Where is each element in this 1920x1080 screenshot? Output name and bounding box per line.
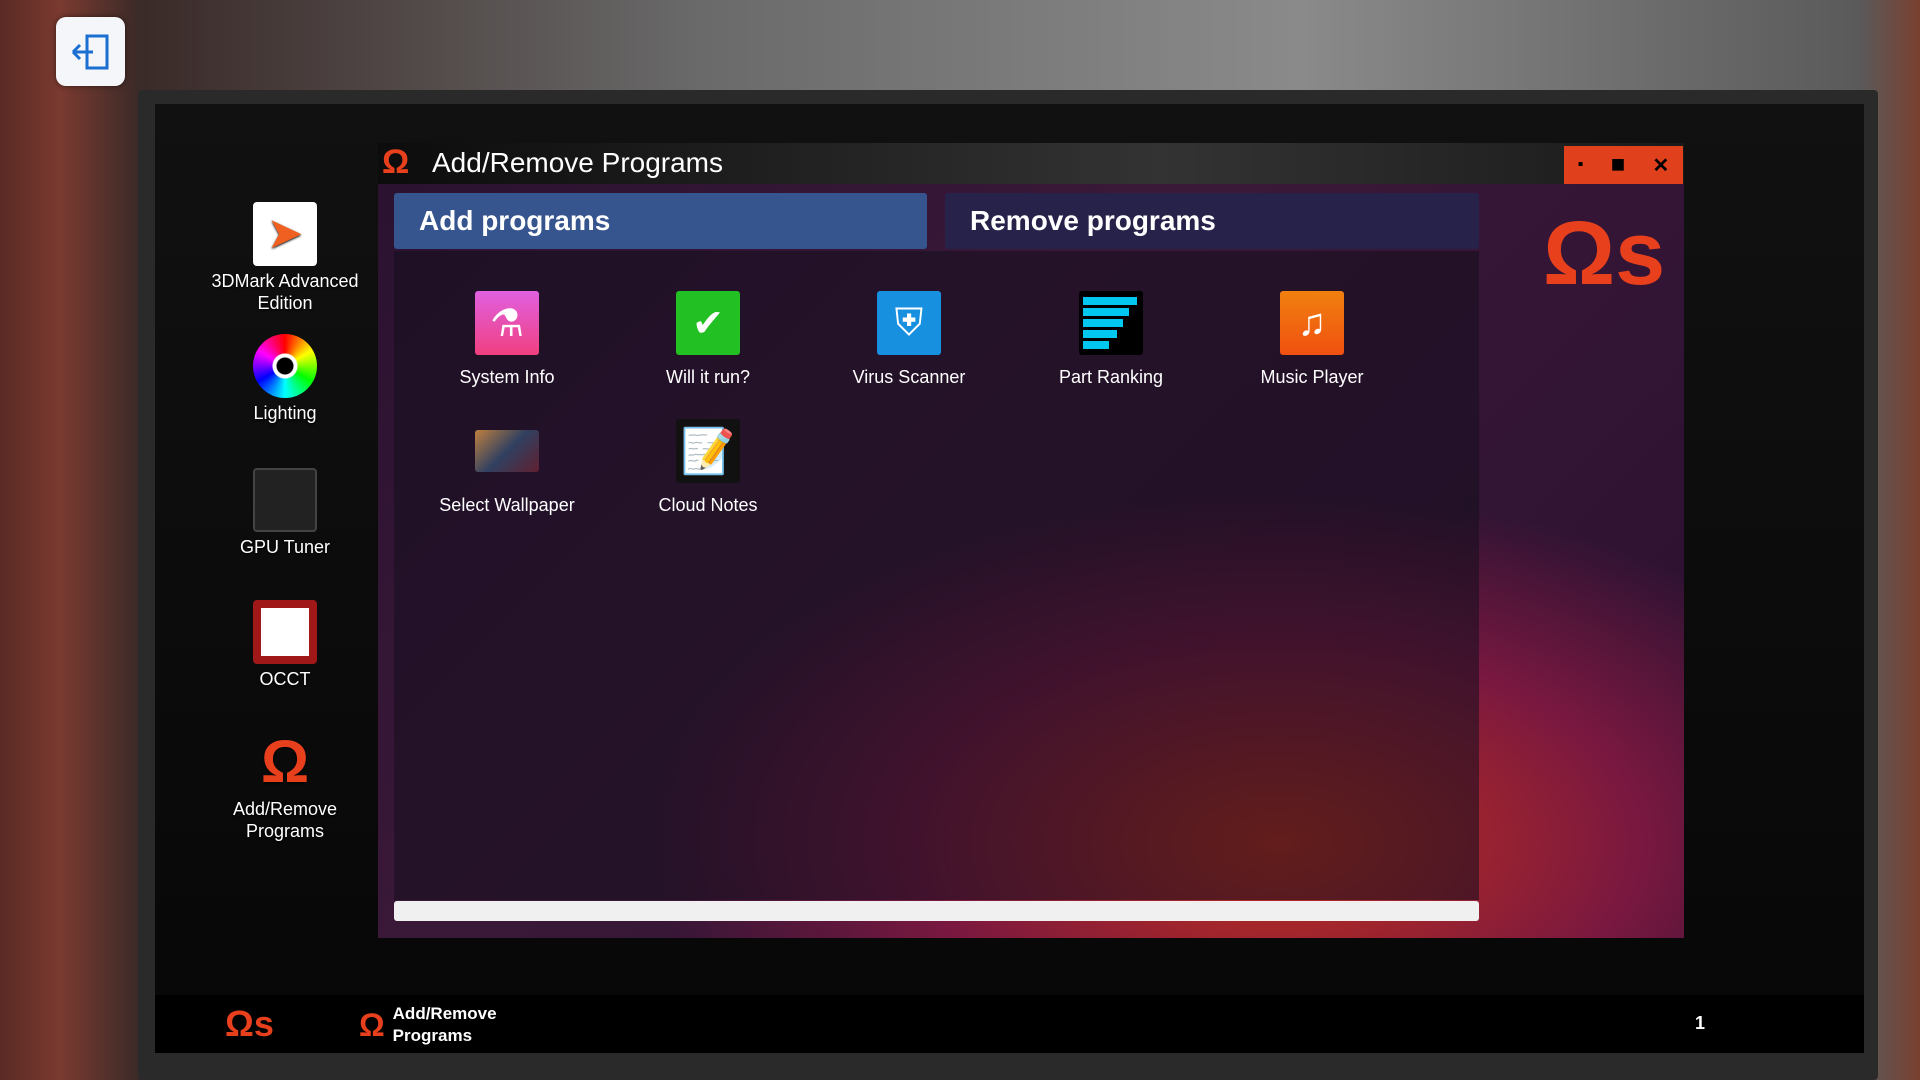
programs-panel: ⚗ System Info ✔ Will it run? ⛨ Virus Scanne… bbox=[394, 251, 1479, 900]
label: Part Ranking bbox=[1058, 367, 1164, 387]
app-virus-scanner[interactable]: ⛨ Virus Scanner bbox=[819, 291, 999, 388]
wallpaper-icon bbox=[475, 430, 539, 472]
taskbar: Ωs Ω Add/Remove Programs 1 bbox=[155, 995, 1864, 1053]
label: Virus Scanner bbox=[852, 367, 966, 387]
label: Cloud Notes bbox=[658, 495, 758, 515]
horizontal-scrollbar[interactable] bbox=[394, 901, 1479, 921]
label: 3DMark Advanced Edition bbox=[211, 271, 359, 313]
label: Add/Remove Programs bbox=[232, 799, 338, 841]
app-system-info[interactable]: ⚗ System Info bbox=[417, 291, 597, 388]
3dmark-icon: ➤ bbox=[253, 202, 317, 266]
omega-icon: Ω bbox=[382, 143, 410, 181]
clock: 1 bbox=[1695, 1013, 1706, 1033]
desktop-icon-gpu-tuner[interactable]: GPU Tuner bbox=[200, 468, 370, 558]
occt-icon bbox=[253, 600, 317, 664]
omega-icon: Ω bbox=[260, 728, 310, 795]
os-logo: Ωs bbox=[1543, 204, 1666, 304]
shield-icon: ⛨ bbox=[877, 291, 941, 355]
color-wheel-icon bbox=[253, 334, 317, 398]
window-title: Add/Remove Programs bbox=[432, 147, 724, 178]
app-select-wallpaper[interactable]: Select Wallpaper bbox=[417, 419, 597, 516]
minimize-button[interactable]: ▪ bbox=[1578, 156, 1584, 174]
tab-add-programs[interactable]: Add programs bbox=[394, 193, 927, 249]
desktop-icon-lighting[interactable]: Lighting bbox=[200, 334, 370, 424]
window-controls: ▪ ■ ✕ bbox=[1564, 146, 1683, 184]
label: System Info bbox=[459, 367, 555, 387]
desktop-icon-occt[interactable]: OCCT bbox=[200, 600, 370, 690]
label: OCCT bbox=[259, 669, 311, 689]
tab-remove-programs[interactable]: Remove programs bbox=[945, 193, 1479, 249]
app-music-player[interactable]: ♫ Music Player bbox=[1222, 291, 1402, 388]
close-button[interactable]: ✕ bbox=[1653, 153, 1670, 178]
maximize-button[interactable]: ■ bbox=[1611, 151, 1626, 179]
omega-icon: Ω bbox=[359, 1006, 385, 1043]
exit-door-icon bbox=[71, 34, 108, 69]
title-bar[interactable]: Ω Add/Remove Programs ▪ ■ ✕ bbox=[378, 143, 1684, 184]
label: Lighting bbox=[253, 403, 317, 423]
app-cloud-notes[interactable]: 📝 Cloud Notes bbox=[618, 419, 798, 516]
ranking-bars-icon bbox=[1079, 291, 1143, 355]
app-part-ranking[interactable]: Part Ranking bbox=[1021, 291, 1201, 388]
taskbar-item-add-remove[interactable]: Ω Add/Remove Programs bbox=[359, 1003, 497, 1047]
music-note-icon: ♫ bbox=[1280, 291, 1344, 355]
exit-button[interactable] bbox=[56, 17, 125, 86]
desktop-icon-3dmark[interactable]: ➤ 3DMark Advanced Edition bbox=[200, 202, 370, 314]
label: GPU Tuner bbox=[239, 537, 331, 557]
app-will-it-run[interactable]: ✔ Will it run? bbox=[618, 291, 798, 388]
taskbar-item-label: Add/Remove Programs bbox=[392, 1004, 497, 1045]
desktop-icon-add-remove[interactable]: Ω Add/Remove Programs bbox=[200, 730, 370, 842]
start-button[interactable]: Ωs bbox=[225, 1003, 274, 1045]
gpu-icon bbox=[253, 468, 317, 532]
system-info-icon: ⚗ bbox=[475, 291, 539, 355]
label: Will it run? bbox=[665, 367, 750, 387]
checkmark-icon: ✔ bbox=[676, 291, 740, 355]
notepad-icon: 📝 bbox=[676, 419, 740, 483]
label: Music Player bbox=[1260, 367, 1364, 387]
add-remove-window: Ω Add/Remove Programs ▪ ■ ✕ Add programs… bbox=[378, 143, 1684, 938]
label: Select Wallpaper bbox=[439, 495, 575, 515]
